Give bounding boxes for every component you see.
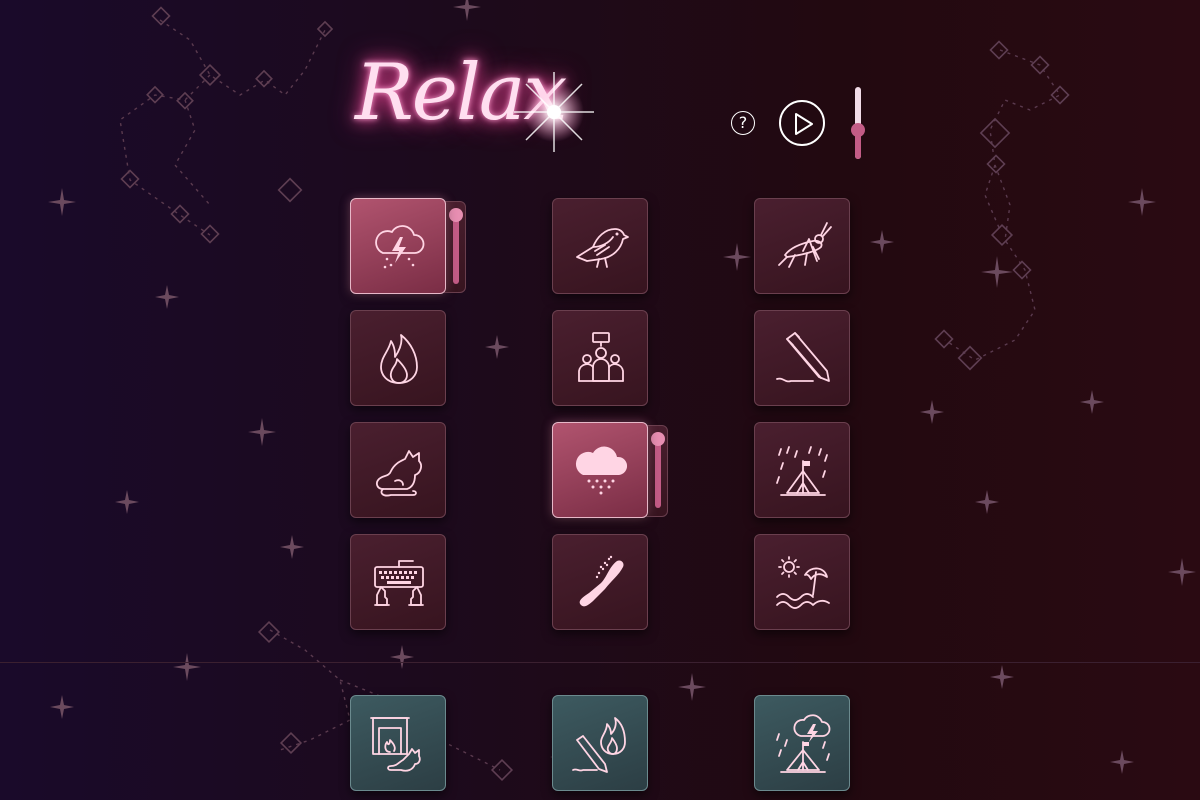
- bird-icon: [576, 228, 629, 268]
- hair-brush-icon: [579, 555, 624, 607]
- sound-tile-fire[interactable]: [350, 310, 446, 406]
- master-volume-slider[interactable]: [851, 87, 865, 159]
- volume-knob[interactable]: [651, 432, 665, 446]
- sound-tile-brush[interactable]: [552, 534, 648, 630]
- volume-knob[interactable]: [449, 208, 463, 222]
- crowd-chatter-icon: [578, 332, 624, 382]
- rain-volume-slider[interactable]: [646, 425, 668, 517]
- sparkle-flare-icon: [514, 72, 594, 152]
- sound-tile-rain[interactable]: [552, 422, 648, 518]
- play-button[interactable]: [779, 100, 825, 146]
- beach-waves-icon: [776, 556, 830, 609]
- thunderstorm-icon: [375, 225, 425, 269]
- fireplace-cat-icon: [370, 717, 421, 772]
- help-button[interactable]: ?: [731, 111, 755, 135]
- cat-purring-icon: [376, 450, 422, 497]
- rain-on-tent-icon: [776, 446, 828, 496]
- section-divider: [0, 662, 1200, 663]
- sound-tile-crickets[interactable]: [754, 198, 850, 294]
- play-icon: [795, 113, 813, 135]
- sound-tile-rain-tent[interactable]: [754, 422, 850, 518]
- sound-tile-keyboard[interactable]: [350, 534, 446, 630]
- preset-tile-storm-tent[interactable]: [754, 695, 850, 791]
- pencil-fire-icon: [572, 717, 626, 773]
- sound-tile-thunderstorm[interactable]: [350, 198, 446, 294]
- fire-icon: [380, 334, 418, 384]
- keyboard-typing-icon: [374, 560, 424, 606]
- rain-cloud-icon: [575, 446, 628, 495]
- sound-tile-crowd[interactable]: [552, 310, 648, 406]
- sound-tile-pencil[interactable]: [754, 310, 850, 406]
- preset-tile-fireplace-cat[interactable]: [350, 695, 446, 791]
- sound-tile-cat[interactable]: [350, 422, 446, 518]
- cricket-icon: [778, 222, 832, 268]
- pencil-writing-icon: [776, 332, 830, 383]
- preset-tile-pencil-fire[interactable]: [552, 695, 648, 791]
- sound-tile-birds[interactable]: [552, 198, 648, 294]
- master-volume-knob[interactable]: [851, 123, 865, 137]
- storm-tent-icon: [776, 714, 831, 773]
- thunderstorm-volume-slider[interactable]: [444, 201, 466, 293]
- sound-tile-beach[interactable]: [754, 534, 850, 630]
